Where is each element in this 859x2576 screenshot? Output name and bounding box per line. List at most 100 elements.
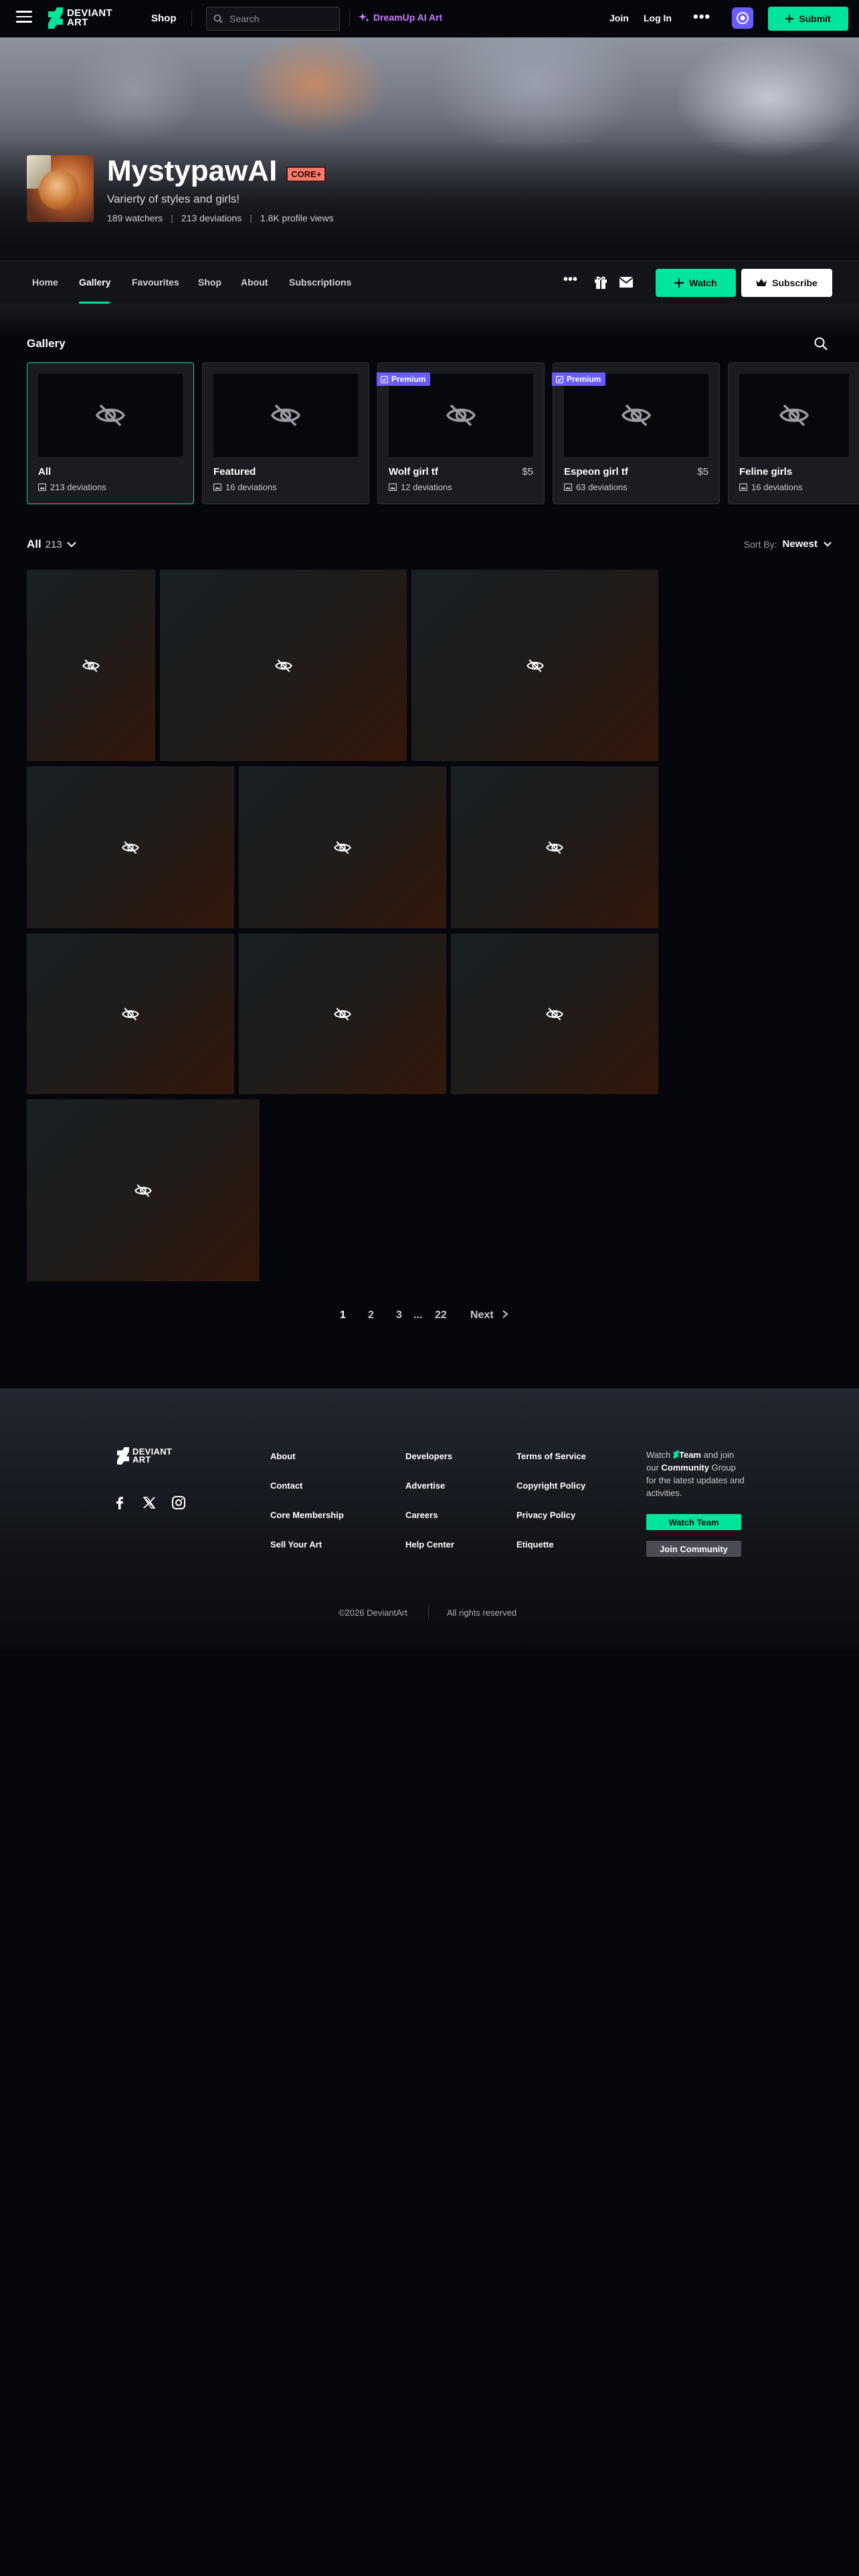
profile-stats: 189 watchers | 213 deviations | 1.8K pro…	[107, 213, 334, 223]
gallery-folder-card[interactable]: All 213 deviations	[27, 362, 194, 504]
deviation-thumbnail[interactable]	[411, 570, 658, 761]
username[interactable]: MystypawAI	[107, 155, 277, 187]
watch-label: Watch	[689, 278, 717, 288]
deviantart-logo-icon	[673, 1451, 679, 1459]
gallery-folder-card[interactable]: Feline girls 16 deviations	[728, 362, 859, 504]
page-1-link[interactable]: 1	[340, 1309, 346, 1321]
footer-link-etiquette[interactable]: Etiquette	[516, 1539, 554, 1549]
logo-text: DEVIANT ART	[132, 1446, 173, 1465]
search-input[interactable]	[229, 13, 330, 24]
hidden-content-icon	[122, 841, 139, 854]
plus-icon	[674, 278, 684, 288]
submit-label: Submit	[799, 13, 831, 24]
login-link[interactable]: Log In	[644, 13, 672, 23]
deviations-count[interactable]: 213 deviations	[181, 213, 242, 223]
core-icon	[737, 12, 749, 24]
watch-team-button[interactable]: Watch Team	[646, 1514, 741, 1530]
hidden-content-icon	[526, 659, 544, 672]
footer-link-copyright[interactable]: Copyright Policy	[516, 1481, 585, 1491]
gift-icon[interactable]	[594, 275, 607, 290]
avatar[interactable]	[27, 155, 94, 222]
subscribe-button[interactable]: Subscribe	[741, 269, 832, 297]
tab-subscriptions[interactable]: Subscriptions	[289, 277, 351, 288]
footer-link-careers[interactable]: Careers	[405, 1510, 438, 1520]
core-plus-badge[interactable]: CORE+	[286, 166, 326, 182]
divider	[428, 1606, 429, 1618]
copyright-text: ©2026 DeviantArt	[339, 1608, 407, 1618]
core-membership-icon[interactable]	[732, 7, 753, 29]
hidden-content-icon	[622, 404, 651, 427]
image-icon	[213, 484, 221, 491]
join-community-button[interactable]: Join Community	[646, 1541, 741, 1557]
folder-price: $5	[697, 466, 708, 477]
search-icon[interactable]	[814, 336, 828, 351]
footer-link-privacy[interactable]: Privacy Policy	[516, 1510, 575, 1520]
image-icon	[564, 484, 572, 491]
footer-link-sell-your-art[interactable]: Sell Your Art	[270, 1539, 322, 1549]
watchers-count[interactable]: 189 watchers	[107, 213, 163, 223]
tab-about[interactable]: About	[241, 277, 268, 288]
gallery-folder-card[interactable]: Premium Wolf girl tf $5 12 deviations	[377, 362, 545, 504]
more-options-icon[interactable]: •••	[693, 8, 710, 25]
stats-separator: |	[171, 213, 173, 223]
x-twitter-icon[interactable]	[142, 1495, 157, 1510]
hidden-content-icon	[546, 1007, 563, 1021]
watch-button[interactable]: Watch	[656, 269, 736, 297]
footer-logo[interactable]: DEVIANT ART	[117, 1447, 172, 1465]
shop-link[interactable]: Shop	[151, 13, 177, 24]
tab-gallery[interactable]: Gallery	[79, 277, 110, 288]
site-footer: DEVIANT ART About Contact Core Membership…	[0, 1388, 859, 1649]
deviation-thumbnail[interactable]	[27, 766, 234, 928]
footer-link-help-center[interactable]: Help Center	[405, 1539, 454, 1549]
folder-filter-dropdown[interactable]: All 213	[27, 538, 77, 551]
footer-link-advertise[interactable]: Advertise	[405, 1481, 445, 1491]
mail-icon[interactable]	[619, 276, 633, 288]
folder-count: 16 deviations	[739, 482, 803, 492]
footer-link-contact[interactable]: Contact	[270, 1481, 302, 1491]
sparkle-icon	[359, 13, 369, 22]
profile-banner	[0, 37, 859, 261]
tab-favourites[interactable]: Favourites	[132, 277, 179, 288]
footer-link-core-membership[interactable]: Core Membership	[270, 1510, 344, 1520]
deviantart-logo[interactable]: DEVIANT ART	[48, 7, 112, 29]
search-box[interactable]	[206, 7, 340, 31]
deviation-thumbnail[interactable]	[239, 766, 446, 928]
logo-text: DEVIANT ART	[67, 7, 112, 28]
deviation-thumbnail[interactable]	[239, 934, 446, 1094]
submit-button[interactable]: Submit	[768, 7, 848, 31]
more-options-icon[interactable]: •••	[563, 272, 577, 288]
page-2-link[interactable]: 2	[368, 1309, 374, 1321]
image-icon	[389, 484, 397, 491]
footer-link-developers[interactable]: Developers	[405, 1451, 452, 1461]
page-22-link[interactable]: 22	[435, 1309, 447, 1321]
deviation-thumbnail[interactable]	[451, 766, 658, 928]
gallery-folder-card[interactable]: Premium Espeon girl tf $5 63 deviations	[552, 362, 720, 504]
tab-home[interactable]: Home	[32, 277, 58, 288]
next-page-link[interactable]: Next	[470, 1309, 508, 1321]
deviation-thumbnail[interactable]	[27, 570, 155, 761]
menu-icon[interactable]	[16, 11, 32, 24]
sort-dropdown[interactable]: Sort By: Newest	[744, 538, 832, 550]
image-icon	[739, 484, 747, 491]
footer-link-terms[interactable]: Terms of Service	[516, 1451, 586, 1461]
premium-label: Premium	[391, 374, 426, 384]
hidden-content-icon	[274, 659, 292, 672]
deviation-thumbnail[interactable]	[27, 934, 234, 1094]
footer-link-about[interactable]: About	[270, 1451, 296, 1461]
deviation-thumbnail[interactable]	[27, 1099, 260, 1281]
pagination-ellipsis: ...	[413, 1309, 423, 1321]
page-3-link[interactable]: 3	[396, 1309, 402, 1321]
divider	[349, 11, 350, 27]
divider	[191, 11, 192, 27]
folder-name: Featured	[213, 466, 256, 477]
deviation-thumbnail[interactable]	[451, 934, 658, 1094]
tab-shop[interactable]: Shop	[198, 277, 221, 288]
deviation-thumbnail[interactable]	[160, 570, 407, 761]
gallery-folder-card[interactable]: Featured 16 deviations	[202, 362, 369, 504]
hidden-content-icon	[546, 841, 563, 854]
dreamup-link[interactable]: DreamUp AI Art	[359, 12, 442, 23]
join-link[interactable]: Join	[609, 13, 629, 23]
instagram-icon[interactable]	[171, 1495, 186, 1510]
folder-thumbnail	[38, 374, 183, 457]
facebook-icon[interactable]	[112, 1495, 127, 1510]
